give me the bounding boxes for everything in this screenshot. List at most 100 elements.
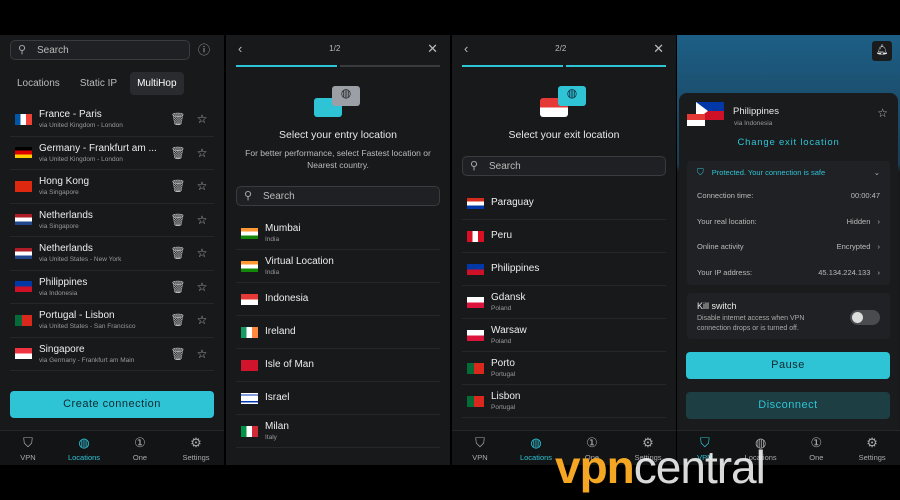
search-placeholder: Search — [263, 191, 295, 202]
location-subtitle: via United States - San Francisco — [39, 323, 136, 331]
nav-label: Locations — [67, 453, 101, 462]
location-subtitle: Poland — [491, 338, 512, 345]
nl-flag-icon — [15, 247, 32, 259]
favorite-star-icon[interactable]: ☆ — [877, 106, 888, 120]
location-row[interactable]: Singapore via Germany - Frankfurt am Main… — [10, 338, 214, 371]
location-name: Germany - Frankfurt am ... — [39, 142, 157, 154]
chevron-right-icon: › — [877, 267, 881, 277]
delete-icon[interactable]: 🗑︎ — [166, 146, 190, 160]
favorite-star-icon[interactable]: ☆ — [190, 112, 214, 126]
kill-switch-toggle[interactable] — [850, 310, 880, 325]
create-connection-button[interactable]: Create connection — [10, 391, 214, 418]
it-flag-icon — [241, 425, 258, 437]
favorite-star-icon[interactable]: ☆ — [190, 347, 214, 361]
status-row[interactable]: ⛉ Protected. Your connection is safe ⌄ — [687, 161, 890, 183]
entry-location-screen: ‹ 1/2 ✕ ◍ Select your entry location For b… — [226, 35, 450, 465]
location-subtitle: Italy — [265, 434, 277, 441]
chevron-down-icon[interactable]: ⌄ — [874, 168, 880, 177]
back-icon[interactable]: ‹ — [464, 41, 468, 57]
location-row[interactable]: Warsaw Poland — [462, 319, 666, 352]
title: Select your exit location — [508, 129, 620, 141]
location-row[interactable]: Netherlands via United States - New York … — [10, 237, 214, 271]
nav-vpn[interactable]: ⛉ VPN — [452, 431, 508, 465]
location-name: Philippines — [39, 276, 88, 288]
nav-label: VPN — [472, 453, 488, 462]
nav-label: One — [132, 453, 148, 462]
location-row[interactable]: France - Paris via United Kingdom - Londo… — [10, 103, 214, 137]
search-input[interactable]: ⚲ Search — [10, 40, 190, 60]
search-icon: ⚲ — [18, 44, 27, 56]
disconnect-button[interactable]: Disconnect — [686, 392, 890, 419]
pt-flag-icon — [467, 395, 484, 407]
location-row[interactable]: Milan Italy — [236, 415, 440, 448]
location-row[interactable]: Indonesia — [236, 283, 440, 316]
location-row[interactable]: Hong Kong via Singapore 🗑︎ ☆ — [10, 170, 214, 204]
pause-button[interactable]: Pause — [686, 352, 890, 379]
delete-icon[interactable]: 🗑︎ — [166, 313, 190, 327]
favorite-star-icon[interactable]: ☆ — [190, 213, 214, 227]
nav-one[interactable]: ① One — [112, 431, 168, 465]
watermark-text: central — [633, 441, 766, 493]
tab-locations[interactable]: Locations — [10, 72, 67, 95]
nav-locations[interactable]: ◍ Locations — [56, 431, 112, 465]
detail-row[interactable]: Your real location: Hidden › — [687, 209, 890, 235]
search-input[interactable]: ⚲ Search — [462, 156, 666, 176]
delete-icon[interactable]: 🗑︎ — [166, 347, 190, 361]
notification-bell-icon[interactable]: 🔔︎ — [872, 41, 892, 61]
location-row[interactable]: Lisbon Portugal — [462, 385, 666, 418]
nav-label: VPN — [20, 453, 36, 462]
location-row[interactable]: Portugal - Lisbon via United States - San… — [10, 304, 214, 338]
nav-label: Locations — [519, 453, 553, 462]
location-row[interactable]: Mumbai India — [236, 217, 440, 250]
favorite-star-icon[interactable]: ☆ — [190, 246, 214, 260]
close-icon[interactable]: ✕ — [427, 41, 438, 57]
fr-flag-icon — [15, 113, 32, 125]
detail-row[interactable]: Your IP address: 45.134.224.133 › — [687, 260, 890, 286]
pl-flag-icon — [467, 329, 484, 341]
delete-icon[interactable]: 🗑︎ — [166, 246, 190, 260]
in-flag-icon — [241, 260, 258, 272]
detail-row[interactable]: Online activity Encrypted › — [687, 234, 890, 260]
back-icon[interactable]: ‹ — [238, 41, 242, 57]
delete-icon[interactable]: 🗑︎ — [166, 213, 190, 227]
location-row[interactable]: Virtual Location India — [236, 250, 440, 283]
nav-vpn[interactable]: ⛉ VPN — [0, 431, 56, 465]
location-row[interactable]: Isle of Man — [236, 349, 440, 382]
help-icon[interactable]: ⓘ — [198, 41, 210, 58]
search-input[interactable]: ⚲ Search — [236, 186, 440, 206]
shield-icon: ⛉ — [475, 435, 485, 450]
location-row[interactable]: Philippines — [462, 253, 666, 286]
il-flag-icon — [241, 392, 258, 404]
location-row[interactable]: Germany - Frankfurt am ... via United Kin… — [10, 137, 214, 170]
chevron-right-icon: › — [877, 242, 881, 252]
location-row[interactable]: Ireland — [236, 316, 440, 349]
location-row[interactable]: Philippines via Indonesia 🗑︎ ☆ — [10, 271, 214, 304]
location-subtitle: Portugal — [491, 404, 516, 411]
shield-icon: ⛉ — [23, 435, 33, 450]
location-row[interactable]: Netherlands via Singapore 🗑︎ ☆ — [10, 204, 214, 237]
tab-multihop[interactable]: MultiHop — [130, 72, 184, 95]
delete-icon[interactable]: 🗑︎ — [166, 179, 190, 193]
delete-icon[interactable]: 🗑︎ — [166, 112, 190, 126]
location-subtitle: Poland — [491, 305, 512, 312]
nav-settings[interactable]: ⚙ Settings — [844, 431, 900, 465]
location-row[interactable]: Gdansk Poland — [462, 286, 666, 319]
location-row[interactable]: Peru — [462, 220, 666, 253]
py-flag-icon — [467, 197, 484, 209]
step-indicator: 1/2 — [329, 44, 341, 53]
favorite-star-icon[interactable]: ☆ — [190, 146, 214, 160]
change-exit-location-link[interactable]: Change exit location — [679, 137, 898, 148]
nav-settings[interactable]: ⚙ Settings — [168, 431, 224, 465]
close-icon[interactable]: ✕ — [653, 41, 664, 57]
favorite-star-icon[interactable]: ☆ — [190, 179, 214, 193]
location-subtitle: Portugal — [491, 371, 516, 378]
favorite-star-icon[interactable]: ☆ — [190, 280, 214, 294]
tab-static-ip[interactable]: Static IP — [73, 72, 124, 95]
delete-icon[interactable]: 🗑︎ — [166, 280, 190, 294]
kill-switch-title: Kill switch — [697, 301, 737, 311]
location-row[interactable]: Israel — [236, 382, 440, 415]
location-row[interactable]: Porto Portugal — [462, 352, 666, 385]
favorite-star-icon[interactable]: ☆ — [190, 313, 214, 327]
nav-one[interactable]: ① One — [789, 431, 845, 465]
location-row[interactable]: Paraguay — [462, 187, 666, 220]
